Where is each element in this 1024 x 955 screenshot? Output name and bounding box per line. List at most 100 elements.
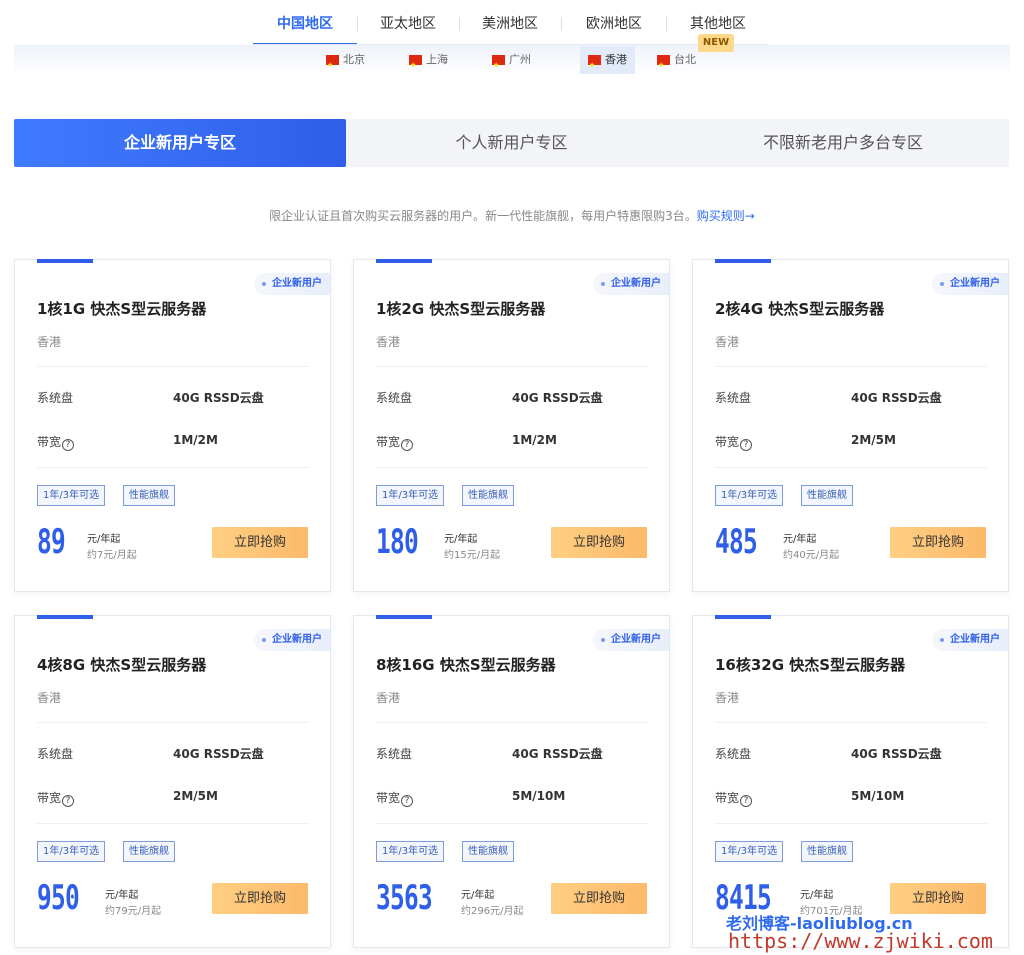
product-card: 企业新用户 2核4G 快杰S型云服务器 香港 系统盘 40G RSSD云盘 带宽… <box>692 259 1009 592</box>
performance-chip[interactable]: 性能旗舰 <box>123 841 175 862</box>
buy-now-button[interactable]: 立即抢购 <box>890 883 986 914</box>
divider <box>376 823 648 824</box>
city-guangzhou[interactable]: 广州 <box>492 46 531 79</box>
card-title: 1核1G 快杰S型云服务器 <box>37 300 207 318</box>
enterprise-user-tag: 企业新用户 <box>932 629 1008 651</box>
price-unit: 元/年起 <box>87 534 121 545</box>
monthly-price: 约15元/月起 <box>444 550 501 561</box>
buy-now-button[interactable]: 立即抢购 <box>551 527 647 558</box>
card-region: 香港 <box>37 691 62 705</box>
city-label: 广州 <box>509 53 531 66</box>
system-disk-label: 系统盘 <box>376 391 413 405</box>
product-card: 企业新用户 4核8G 快杰S型云服务器 香港 系统盘 40G RSSD云盘 带宽… <box>14 615 331 948</box>
monthly-price: 约40元/月起 <box>783 550 840 561</box>
divider <box>37 366 309 367</box>
buy-now-button[interactable]: 立即抢购 <box>890 527 986 558</box>
tab-personal-new-user[interactable]: 个人新用户专区 <box>346 119 677 167</box>
system-disk-value: 40G RSSD云盘 <box>512 747 603 761</box>
tab-americas[interactable]: 美洲地区 <box>460 0 560 45</box>
divider <box>376 366 648 367</box>
help-icon[interactable]: ? <box>401 795 414 807</box>
help-icon[interactable]: ? <box>401 439 414 451</box>
purchase-rules-link[interactable]: 购买规则→ <box>697 209 755 223</box>
bandwidth-value: 1M/2M <box>512 433 557 447</box>
system-disk-value: 40G RSSD云盘 <box>173 391 264 405</box>
card-accent-bar <box>376 259 432 263</box>
bandwidth-value: 1M/2M <box>173 433 218 447</box>
tab-china-region[interactable]: 中国地区 <box>253 0 357 45</box>
china-flag-icon <box>409 51 422 79</box>
tab-unlimited-multi[interactable]: 不限新老用户多台专区 <box>677 119 1009 167</box>
system-disk-value: 40G RSSD云盘 <box>851 391 942 405</box>
card-title: 16核32G 快杰S型云服务器 <box>715 656 906 674</box>
performance-chip[interactable]: 性能旗舰 <box>462 485 514 506</box>
tab-enterprise-new-user[interactable]: 企业新用户专区 <box>14 119 346 167</box>
china-flag-icon <box>326 51 339 79</box>
bandwidth-label-text: 带宽 <box>37 791 62 805</box>
city-label: 上海 <box>426 53 448 66</box>
card-accent-bar <box>715 615 771 619</box>
divider <box>715 823 987 824</box>
card-accent-bar <box>37 259 93 263</box>
card-title: 2核4G 快杰S型云服务器 <box>715 300 885 318</box>
help-icon[interactable]: ? <box>740 439 753 451</box>
city-beijing[interactable]: 北京 <box>326 46 365 79</box>
card-region: 香港 <box>715 691 740 705</box>
term-option-chip[interactable]: 1年/3年可选 <box>715 841 784 862</box>
divider <box>715 722 987 723</box>
tab-asia-pacific[interactable]: 亚太地区 <box>358 0 458 45</box>
monthly-price: 约7元/月起 <box>87 550 137 561</box>
help-icon[interactable]: ? <box>740 795 753 807</box>
performance-chip[interactable]: 性能旗舰 <box>123 485 175 506</box>
monthly-price: 约79元/月起 <box>105 906 162 917</box>
region-tabs: 中国地区 亚太地区 美洲地区 欧洲地区 其他地区 <box>0 0 1024 45</box>
city-hongkong[interactable]: 香港 <box>580 46 635 79</box>
divider <box>37 467 309 468</box>
china-flag-icon <box>657 51 670 79</box>
city-label: 香港 <box>605 53 627 66</box>
product-card: 企业新用户 16核32G 快杰S型云服务器 香港 系统盘 40G RSSD云盘 … <box>692 615 1009 948</box>
city-shanghai[interactable]: 上海 <box>409 46 448 79</box>
city-taipei[interactable]: 台北 <box>657 46 696 79</box>
bandwidth-label: 带宽? <box>376 789 414 807</box>
performance-chip[interactable]: 性能旗舰 <box>801 841 853 862</box>
divider <box>37 722 309 723</box>
monthly-price: 约296元/月起 <box>461 906 524 917</box>
bandwidth-label: 带宽? <box>715 789 753 807</box>
system-disk-label: 系统盘 <box>37 391 74 405</box>
performance-chip[interactable]: 性能旗舰 <box>801 485 853 506</box>
performance-chip[interactable]: 性能旗舰 <box>462 841 514 862</box>
term-option-chip[interactable]: 1年/3年可选 <box>37 485 106 506</box>
tab-europe[interactable]: 欧洲地区 <box>562 0 666 45</box>
help-icon[interactable]: ? <box>62 439 75 451</box>
card-title: 4核8G 快杰S型云服务器 <box>37 656 207 674</box>
term-option-chip[interactable]: 1年/3年可选 <box>376 841 445 862</box>
product-card: 企业新用户 1核1G 快杰S型云服务器 香港 系统盘 40G RSSD云盘 带宽… <box>14 259 331 592</box>
bandwidth-value: 2M/5M <box>173 789 218 803</box>
term-option-chip[interactable]: 1年/3年可选 <box>715 485 784 506</box>
buy-now-button[interactable]: 立即抢购 <box>212 527 308 558</box>
bandwidth-value: 5M/10M <box>851 789 905 803</box>
price-value: 950 <box>37 878 80 918</box>
bandwidth-label-text: 带宽 <box>376 791 401 805</box>
watermark-url: https://www.zjwiki.com <box>728 929 993 953</box>
help-icon[interactable]: ? <box>62 795 75 807</box>
china-flag-icon <box>492 51 505 79</box>
enterprise-user-tag: 企业新用户 <box>932 273 1008 295</box>
system-disk-label: 系统盘 <box>37 747 74 761</box>
description-text: 限企业认证且首次购买云服务器的用户。新一代性能旗舰，每用户特惠限购3台。 <box>269 209 697 223</box>
price-unit: 元/年起 <box>105 890 139 901</box>
term-option-chip[interactable]: 1年/3年可选 <box>37 841 106 862</box>
buy-now-button[interactable]: 立即抢购 <box>551 883 647 914</box>
enterprise-user-tag: 企业新用户 <box>593 273 669 295</box>
price-unit: 元/年起 <box>461 890 495 901</box>
term-option-chip[interactable]: 1年/3年可选 <box>376 485 445 506</box>
new-badge: NEW <box>698 34 734 52</box>
buy-now-button[interactable]: 立即抢购 <box>212 883 308 914</box>
zone-tabs: 企业新用户专区 个人新用户专区 不限新老用户多台专区 <box>14 119 1009 167</box>
divider <box>376 467 648 468</box>
enterprise-user-tag: 企业新用户 <box>254 273 330 295</box>
system-disk-value: 40G RSSD云盘 <box>851 747 942 761</box>
price-unit: 元/年起 <box>783 534 817 545</box>
china-flag-icon <box>588 51 601 79</box>
